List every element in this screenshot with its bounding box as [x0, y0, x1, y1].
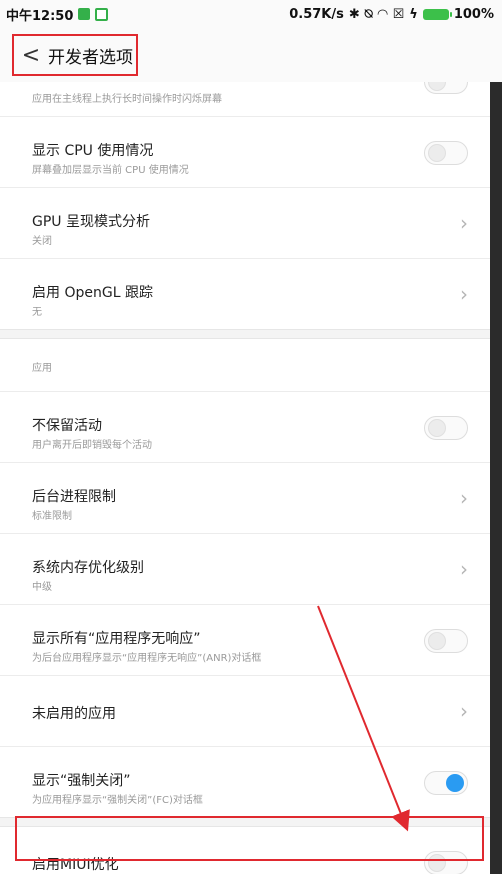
dont-keep-activities-toggle[interactable]: [424, 416, 468, 440]
setting-memory-optimization[interactable]: 系统内存优化级别 中级 ›: [0, 534, 490, 605]
setting-subtitle: 为后台应用程序显示“应用程序无响应”(ANR)对话框: [32, 653, 262, 664]
setting-title: 启用 OpenGL 跟踪: [32, 285, 153, 301]
section-divider: [0, 329, 490, 339]
setting-inactive-apps[interactable]: 未启用的应用 ›: [0, 676, 490, 747]
chevron-right-icon: ›: [460, 699, 468, 723]
setting-subtitle: 应用在主线程上执行长时间操作时闪烁屏幕: [32, 94, 222, 105]
chevron-right-icon: ›: [460, 486, 468, 510]
setting-show-all-anrs[interactable]: 显示所有“应用程序无响应” 为后台应用程序显示“应用程序无响应”(ANR)对话框: [0, 605, 490, 676]
setting-title: GPU 呈现模式分析: [32, 214, 150, 230]
battery-level: 100%: [453, 6, 494, 22]
setting-title: 启用MIUI优化: [32, 857, 119, 873]
show-force-close-toggle[interactable]: [424, 771, 468, 795]
setting-title: 后台进程限制: [32, 489, 116, 505]
android-icon: [95, 7, 109, 21]
setting-strict-mode[interactable]: 应用在主线程上执行长时间操作时闪烁屏幕: [0, 82, 490, 117]
setting-title: 不保留活动: [32, 418, 102, 434]
setting-title: 显示“强制关闭”: [32, 773, 131, 789]
setting-subtitle: 无: [32, 307, 42, 318]
section-divider: [0, 817, 490, 827]
setting-opengl-trace[interactable]: 启用 OpenGL 跟踪 无 ›: [0, 259, 490, 329]
chevron-right-icon: ›: [460, 211, 468, 235]
mute-icon: ⍉: [364, 6, 373, 22]
wifi-icon: ◠: [377, 6, 388, 22]
setting-show-force-close[interactable]: 显示“强制关闭” 为应用程序显示“强制关闭”(FC)对话框: [0, 747, 490, 817]
show-cpu-toggle[interactable]: [424, 141, 468, 165]
setting-subtitle: 中级: [32, 582, 52, 593]
title-bar: < 开发者选项: [0, 28, 502, 82]
setting-dont-keep-activities[interactable]: 不保留活动 用户离开后即销毁每个活动: [0, 392, 490, 463]
chevron-right-icon: ›: [460, 557, 468, 581]
setting-title: 显示所有“应用程序无响应”: [32, 631, 201, 647]
setting-gpu-profile[interactable]: GPU 呈现模式分析 关闭 ›: [0, 188, 490, 259]
setting-miui-optimization[interactable]: 启用MIUI优化: [0, 827, 490, 874]
setting-show-cpu[interactable]: 显示 CPU 使用情况 屏幕叠加层显示当前 CPU 使用情况: [0, 117, 490, 188]
status-time: 中午12:50: [6, 8, 74, 24]
back-icon[interactable]: <: [16, 43, 46, 68]
settings-list[interactable]: 应用在主线程上执行长时间操作时闪烁屏幕 显示 CPU 使用情况 屏幕叠加层显示当…: [0, 82, 490, 874]
setting-subtitle: 关闭: [32, 236, 52, 247]
network-speed: 0.57K/s: [289, 6, 344, 22]
miui-card: 启用MIUI优化: [0, 827, 490, 874]
show-all-anrs-toggle[interactable]: [424, 629, 468, 653]
setting-title: 未启用的应用: [32, 706, 116, 722]
miui-optimization-toggle[interactable]: [424, 851, 468, 874]
section-label: 应用: [32, 363, 52, 374]
bluetooth-icon: ✱: [348, 6, 360, 22]
top-card: 应用在主线程上执行长时间操作时闪烁屏幕 显示 CPU 使用情况 屏幕叠加层显示当…: [0, 82, 490, 329]
strict-mode-toggle[interactable]: [424, 82, 468, 94]
setting-subtitle: 为应用程序显示“强制关闭”(FC)对话框: [32, 795, 203, 806]
page-title: 开发者选项: [48, 47, 133, 68]
setting-subtitle: 屏幕叠加层显示当前 CPU 使用情况: [32, 165, 189, 176]
section-header-apps: 应用: [0, 339, 490, 392]
apps-card: 不保留活动 用户离开后即销毁每个活动 后台进程限制 标准限制 › 系统内存优化级…: [0, 392, 490, 817]
setting-title: 系统内存优化级别: [32, 560, 144, 576]
sim-icon: ☒: [392, 6, 405, 22]
setting-title: 显示 CPU 使用情况: [32, 143, 154, 159]
chevron-right-icon: ›: [460, 282, 468, 306]
title-highlight-box: < 开发者选项: [12, 34, 138, 76]
scrollbar[interactable]: [490, 82, 502, 874]
notification-icon: [78, 8, 91, 20]
setting-background-limit[interactable]: 后台进程限制 标准限制 ›: [0, 463, 490, 534]
setting-subtitle: 标准限制: [32, 511, 72, 522]
charging-icon: ϟ: [409, 6, 418, 22]
status-bar: 中午12:50 0.57K/s ✱ ⍉ ◠ ☒ ϟ 100%: [0, 0, 502, 28]
setting-subtitle: 用户离开后即销毁每个活动: [32, 440, 152, 451]
battery-icon: [422, 8, 452, 20]
